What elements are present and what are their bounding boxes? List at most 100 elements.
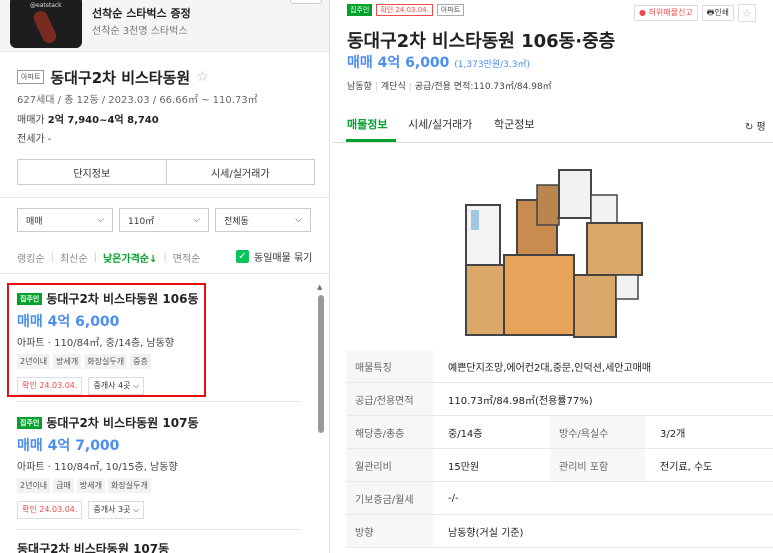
feature-chip: 방세개 xyxy=(76,478,105,493)
report-fake-listing-button[interactable]: ● 허위매물신고 xyxy=(634,5,698,21)
complex-name: 동대구2차 비스타동원 xyxy=(50,68,191,87)
row-value: 110.73㎡/84.98㎡(전용률77%) xyxy=(448,395,593,407)
row-value: 중/14층 xyxy=(448,428,483,440)
scrollbar-thumb[interactable] xyxy=(318,295,324,433)
table-row: 월관리비 15만원 관리비 포함 전기료, 수도 xyxy=(346,449,773,482)
spec-area: 공급/전용 면적:110.73㎡/84.98㎡ xyxy=(414,82,552,92)
size-select[interactable]: 110㎡ ⌵ xyxy=(119,208,209,232)
trade-type-value: 매매 xyxy=(26,216,43,227)
listing-price: 매매 4억 7,000 xyxy=(17,438,120,454)
scrollbar[interactable]: ▲ xyxy=(316,283,326,553)
dong-select[interactable]: 전체동 ⌵ xyxy=(215,208,311,232)
table-row: 공급/전용면적 110.73㎡/84.98㎡(전용률77%) xyxy=(346,383,773,416)
sort-area[interactable]: 면적순 xyxy=(173,250,201,265)
complex-meta: 627세대 / 총 12동 / 2023.03 / 66.66㎡ ~ 110.7… xyxy=(17,95,258,106)
price-per-pyeong: (1,373만원/3.3㎡) xyxy=(454,60,530,70)
sort-ranking[interactable]: 랭킹순 xyxy=(17,250,45,265)
ad-thumbnail: @eatstack xyxy=(10,0,82,48)
divider xyxy=(17,529,301,530)
chevron-down-icon: ⌵ xyxy=(193,215,200,225)
confirm-date-badge: 확인 24.03.04. xyxy=(376,4,433,16)
detail-tags: 집주인 확인 24.03.04. 아파트 xyxy=(347,4,465,16)
divider xyxy=(0,197,329,198)
feature-chip: 급매 xyxy=(53,478,74,493)
detail-panel: 집주인 확인 24.03.04. 아파트 ● 허위매물신고 🖶인쇄 ☆ 동대구2… xyxy=(332,0,773,553)
row-key: 방향 xyxy=(346,515,433,547)
spec-direction: 남동향 xyxy=(347,82,372,92)
refresh-button[interactable]: ↻ 평 xyxy=(745,118,766,133)
listing-item[interactable]: 동대구2차 비스타동원 107동 xyxy=(17,540,312,553)
listing-item[interactable]: 집주인 동대구2차 비스타동원 107동 매매 4억 7,000 아파트 · 11… xyxy=(17,414,312,519)
listing-title-row: 동대구2차 비스타동원 107동 xyxy=(17,540,312,553)
owner-tag: 집주인 xyxy=(17,416,43,429)
trade-type-select[interactable]: 매매 ⌵ xyxy=(17,208,113,232)
detail-tabs: 매물정보 시세/실거래가 학군정보 ↻ 평 xyxy=(332,103,773,143)
ad-subtitle: 선착순 3천명 스타벅스 xyxy=(92,26,188,37)
floor-plan-image[interactable] xyxy=(462,160,647,340)
type-badge: 아파트 xyxy=(436,4,465,16)
divider xyxy=(17,401,301,402)
detail-title: 동대구2차 비스타동원 106동·중층 xyxy=(347,31,616,52)
row-value: 15만원 xyxy=(448,461,480,473)
listing-title-row: 집주인 동대구2차 비스타동원 107동 xyxy=(17,414,312,431)
tab-listing-info[interactable]: 매물정보 xyxy=(347,116,387,132)
row-key: 해당층/총층 xyxy=(346,416,433,448)
sort-divider: | xyxy=(163,252,167,263)
sort-latest[interactable]: 최신순 xyxy=(60,250,88,265)
sort-options: 랭킹순 | 최신순 | 낮은가격순↓ | 면적순 xyxy=(17,250,200,265)
feature-chip: 화장실두개 xyxy=(108,478,151,493)
favorite-star-icon[interactable]: ☆ xyxy=(737,4,756,22)
listing-panel: @eatstack 선착순 스타벅스 증정 선착순 3천명 스타벅스 아파트 동… xyxy=(0,0,330,553)
detail-spec: 남동향 | 계단식 | 공급/전용 면적:110.73㎡/84.98㎡ xyxy=(347,79,552,92)
detail-price: 매매 4억 6,000 (1,373만원/3.3㎡) xyxy=(347,52,530,72)
print-button[interactable]: 🖶인쇄 xyxy=(701,5,734,21)
table-row: 해당층/총층 중/14층 방수/욕실수 3/2개 xyxy=(346,416,773,449)
filter-bar: 매매 ⌵ 110㎡ ⌵ 전체동 ⌵ xyxy=(17,208,311,232)
complex-header: 아파트 동대구2차 비스타동원 ☆ xyxy=(17,68,209,87)
row-key: 기보증금/월세 xyxy=(346,482,433,514)
complex-rent-price: 전세가 - xyxy=(17,134,52,145)
active-tab-indicator xyxy=(346,139,396,142)
detail-info-table: 매물특징 예쁜단지조망,에어컨2대,중문,인덕션,세안고매매 공급/전용면적 1… xyxy=(346,350,773,548)
detail-actions: ● 허위매물신고 🖶인쇄 ☆ xyxy=(634,4,756,22)
confirm-date-badge: 확인 24.03.04. xyxy=(17,501,83,519)
scroll-up-icon[interactable]: ▲ xyxy=(317,283,322,291)
detail-price-value: 매매 4억 6,000 xyxy=(347,55,450,71)
chevron-down-icon: ⌵ xyxy=(97,215,104,225)
spec-divider: | xyxy=(374,82,378,92)
spec-structure: 계단식 xyxy=(380,82,406,92)
checkbox-checked-icon[interactable]: ✓ xyxy=(236,250,249,263)
ad-close-button[interactable] xyxy=(290,0,322,4)
same-listing-toggle[interactable]: ✓ 동일매물 묶기 xyxy=(236,249,312,264)
complex-info-button[interactable]: 단지정보 xyxy=(18,160,166,184)
tab-market-price[interactable]: 시세/실거래가 xyxy=(408,116,472,132)
agent-count-button[interactable]: 중개사 3곳 ⌵ xyxy=(88,501,145,519)
row-key: 관리비 포함 xyxy=(550,449,645,481)
same-listing-label: 동일매물 묶기 xyxy=(254,253,313,264)
favorite-star-icon[interactable]: ☆ xyxy=(196,69,209,85)
sale-value: 2억 7,940~4억 8,740 xyxy=(47,115,159,126)
listing-title: 동대구2차 비스타동원 107동 xyxy=(17,542,170,553)
listing-title: 동대구2차 비스타동원 107동 xyxy=(46,416,199,430)
market-price-button[interactable]: 시세/실거래가 xyxy=(165,160,315,184)
row-value: 3/2개 xyxy=(660,428,686,440)
sort-divider: | xyxy=(50,252,54,263)
tab-school-info[interactable]: 학군정보 xyxy=(494,116,534,132)
listing-footer: 확인 24.03.04. 중개사 3곳 ⌵ xyxy=(17,501,312,519)
complex-button-row: 단지정보 시세/실거래가 xyxy=(17,159,315,185)
chevron-down-icon: ⌵ xyxy=(295,215,302,225)
row-key: 매물특징 xyxy=(346,350,433,382)
row-key: 공급/전용면적 xyxy=(346,383,433,415)
divider xyxy=(0,273,329,274)
size-value: 110㎡ xyxy=(128,216,155,227)
ad-image xyxy=(31,8,59,46)
listing-chips: 2년이내 급매 방세개 화장실두개 xyxy=(17,478,312,493)
ad-banner[interactable]: @eatstack 선착순 스타벅스 증정 선착순 3천명 스타벅스 xyxy=(0,0,329,52)
complex-sale-price: 매매가 2억 7,940~4억 8,740 xyxy=(17,111,159,126)
row-key: 방수/욕실수 xyxy=(550,416,645,448)
table-row: 기보증금/월세 -/- xyxy=(346,482,773,515)
listing-info: 아파트 · 110/84㎡, 10/15층, 남동향 xyxy=(17,462,178,473)
ad-title: 선착순 스타벅스 증정 xyxy=(92,7,191,20)
sort-low-price[interactable]: 낮은가격순↓ xyxy=(103,250,157,265)
highlight-box xyxy=(7,283,206,397)
